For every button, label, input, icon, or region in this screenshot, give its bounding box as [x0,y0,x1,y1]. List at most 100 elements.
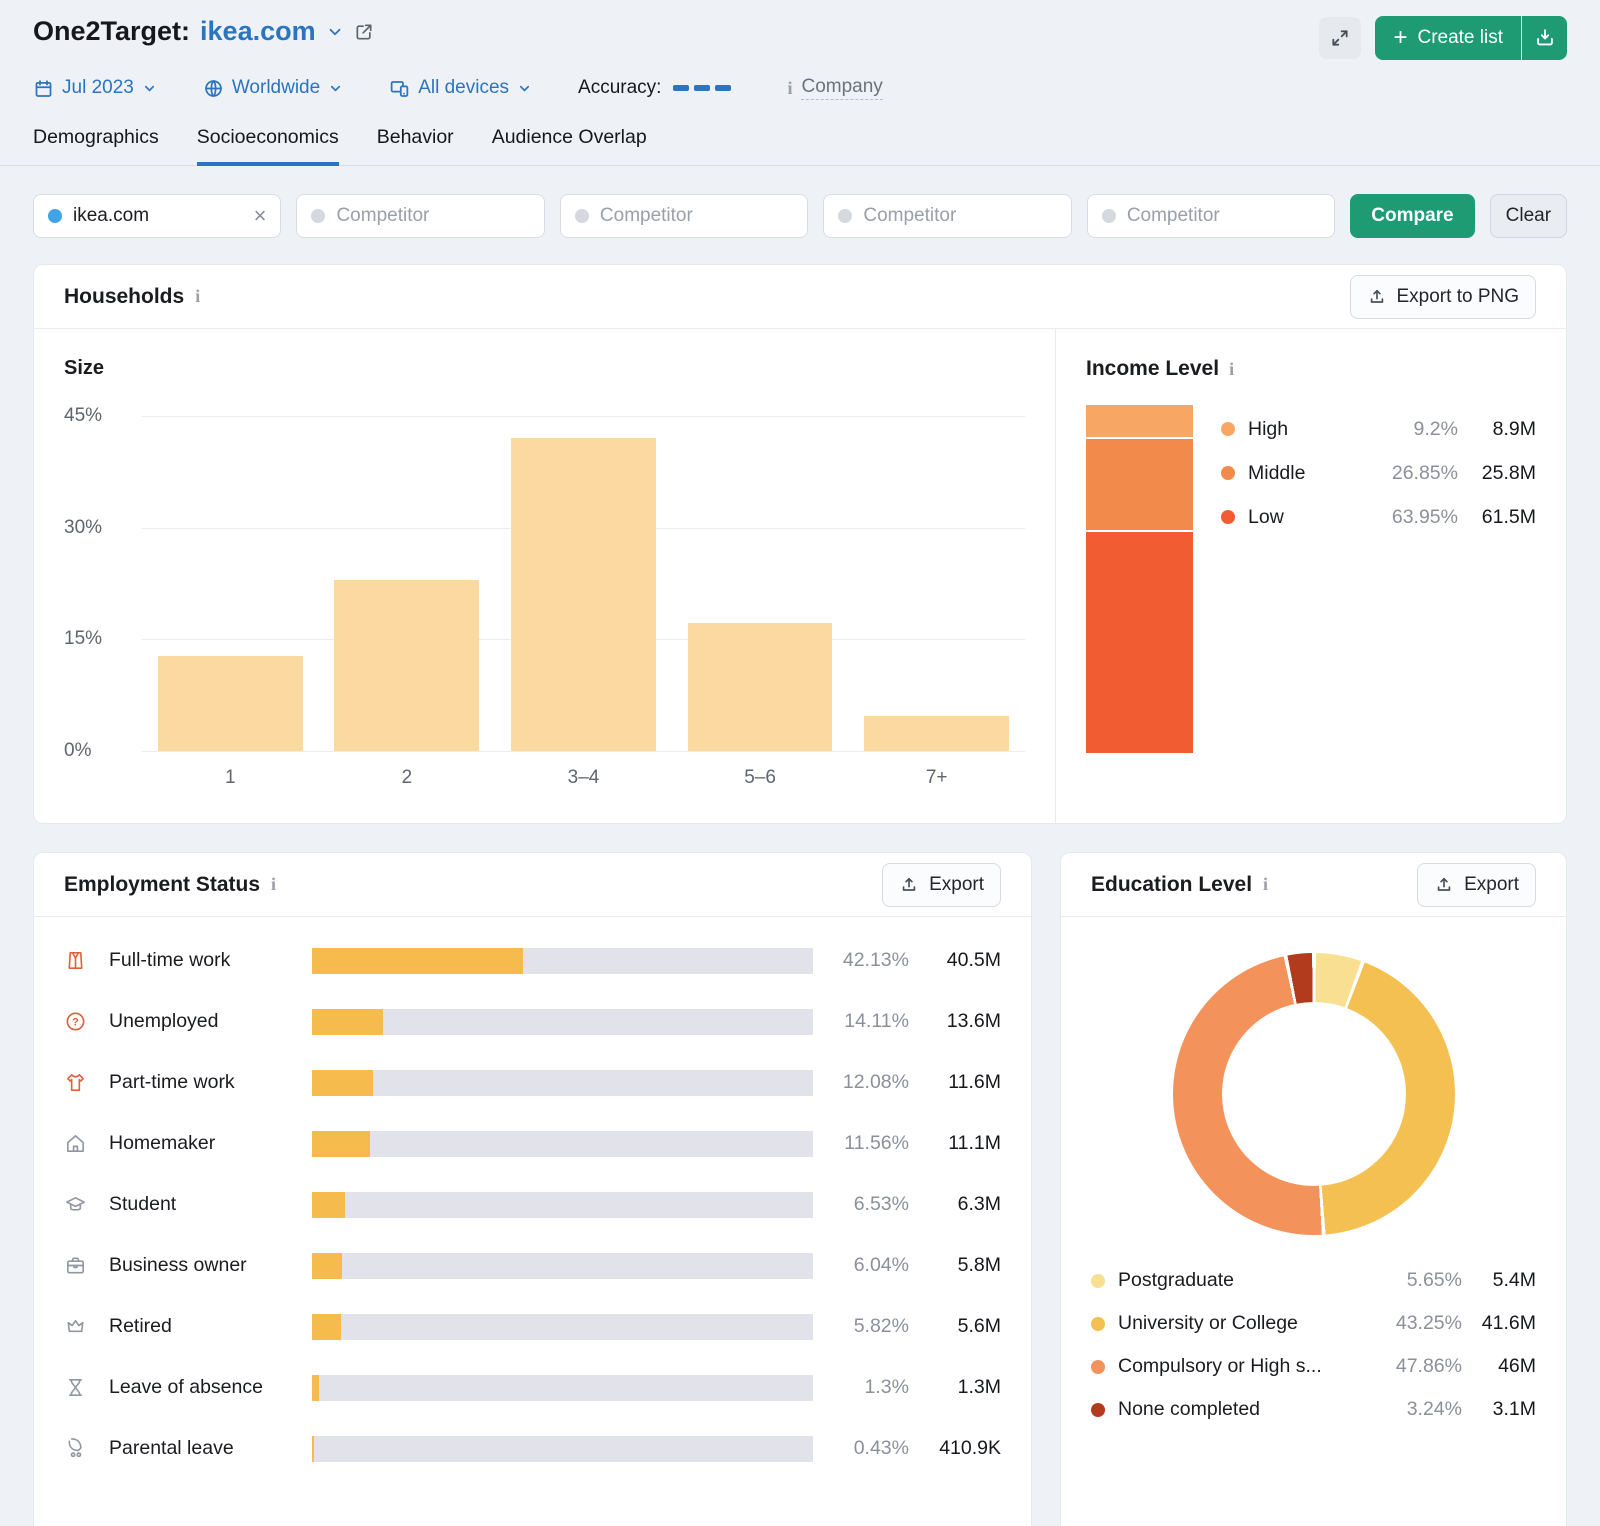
main-domain-chip[interactable]: ikea.com × [33,194,282,238]
competitor-input-1[interactable]: Competitor [296,194,545,238]
middle-income-dot [1221,466,1235,480]
y-axis-tick: 0% [64,740,92,761]
clear-button[interactable]: Clear [1489,194,1568,238]
none-completed-dot [1091,1402,1105,1417]
region-filter[interactable]: Worldwide [203,77,343,99]
size-y-axis: 45% 30% 15% 0% [64,405,142,761]
homemaker-icon [64,1132,109,1155]
compulsory-dot [1091,1359,1105,1374]
legend-row-none-completed: None completed 3.24% 3.1M [1091,1388,1536,1431]
education-level-card: Education Level i Export Postgraduate 5.… [1060,852,1567,1526]
plus-icon: + [1393,24,1408,51]
employment-row-business-owner: Business owner 6.04% 5.8M [64,1235,1001,1296]
employment-bar [312,1374,813,1401]
legend-row-university: University or College 43.25% 41.6M [1091,1302,1536,1345]
competitor-color-dot [311,209,326,223]
employment-row-parental-leave: Parental leave 0.43% 410.9K [64,1418,1001,1479]
export-button[interactable]: Export [1417,862,1536,907]
business-owner-icon [64,1254,109,1277]
competitor-input-3[interactable]: Competitor [823,194,1072,238]
accuracy-indicator: Accuracy: [578,77,732,99]
y-axis-tick: 45% [64,405,103,426]
competitor-color-dot [1101,209,1116,223]
employment-status-title: Employment Status [64,872,261,896]
x-axis-tick: 7+ [925,767,948,788]
income-level-chart: Income Level i High 9.2% 8.9M Middle 26.… [1055,329,1566,823]
info-icon[interactable]: i [271,874,276,895]
employment-row-part-time: Part-time work 12.08% 11.6M [64,1052,1001,1113]
employment-rows: Full-time work 42.13% 40.5M ? Unemployed… [34,917,1031,1479]
tab-demographics[interactable]: Demographics [33,126,159,166]
devices-icon [389,78,410,99]
expand-icon [1330,28,1350,48]
domain-dropdown[interactable]: ikea.com [200,16,316,47]
expand-button[interactable] [1319,17,1362,59]
calendar-icon [33,78,54,99]
competitor-color-dot [574,209,589,223]
competitor-input-2[interactable]: Competitor [559,194,809,238]
income-bar-segment-low [1086,530,1193,753]
compare-bar: ikea.com × Competitor Competitor Competi… [0,166,1600,238]
export-button[interactable]: Export [882,862,1001,907]
create-list-button[interactable]: + Create list [1375,16,1521,60]
external-link-icon[interactable] [354,22,374,42]
domain-color-dot [48,209,62,223]
gridline [142,751,1025,752]
x-axis-tick: 5–6 [744,767,776,788]
chevron-down-icon[interactable] [326,23,344,41]
retired-icon [64,1315,109,1338]
company-link[interactable]: i Company [787,76,883,100]
size-bar [511,437,656,751]
download-button[interactable] [1521,16,1567,60]
employment-bar [312,1008,813,1035]
size-plot-area [142,416,1025,752]
info-icon[interactable]: i [1229,359,1234,380]
y-axis-tick: 15% [64,628,103,650]
download-icon [1534,27,1556,49]
income-legend: High 9.2% 8.9M Middle 26.85% 25.8M Low 6… [1221,405,1536,753]
size-bar [157,655,303,751]
tab-behavior[interactable]: Behavior [377,126,454,166]
tab-bar: Demographics Socioeconomics Behavior Aud… [0,126,1600,166]
education-level-title: Education Level [1091,872,1253,896]
education-legend: Postgraduate 5.65% 5.4M University or Co… [1061,1235,1566,1431]
household-size-chart: Size 45% 30% 15% 0% 1 2 3–4 5–6 7+ [34,329,1055,823]
high-income-dot [1221,422,1235,436]
info-icon[interactable]: i [1263,874,1268,895]
employment-bar [312,1313,813,1340]
employment-bar [312,1435,813,1462]
employment-bar [312,1130,813,1157]
legend-row-middle: Middle 26.85% 25.8M [1221,451,1536,495]
legend-row-postgraduate: Postgraduate 5.65% 5.4M [1091,1259,1536,1302]
export-to-png-button[interactable]: Export to PNG [1349,274,1536,319]
close-icon[interactable]: × [254,205,267,227]
income-bar-segment-middle [1086,437,1193,531]
compare-button[interactable]: Compare [1350,194,1475,238]
competitor-input-4[interactable]: Competitor [1086,194,1336,238]
size-x-axis: 1 2 3–4 5–6 7+ [142,767,1025,789]
employment-row-homemaker: Homemaker 11.56% 11.1M [64,1113,1001,1174]
devices-filter[interactable]: All devices [389,77,532,99]
svg-text:?: ? [72,1017,79,1029]
student-icon [64,1193,109,1216]
chevron-down-icon [517,81,532,96]
page-header: One2Target: ikea.com + Create list Jul 2… [0,0,1600,166]
full-time-work-icon [64,949,109,972]
page-title: One2Target: [33,16,191,46]
info-icon: i [787,77,793,98]
globe-icon [203,78,224,99]
chevron-down-icon [328,81,343,96]
university-dot [1091,1316,1105,1331]
low-income-dot [1221,510,1235,524]
tab-socioeconomics[interactable]: Socioeconomics [196,126,339,166]
employment-status-card: Employment Status i Export Full-time wor… [33,852,1032,1526]
date-filter[interactable]: Jul 2023 [33,77,157,99]
legend-row-high: High 9.2% 8.9M [1221,407,1536,451]
x-axis-tick: 1 [225,767,236,788]
income-bar-segment-high [1086,405,1193,438]
size-bar [687,622,833,751]
size-bar [864,716,1010,751]
legend-row-low: Low 63.95% 61.5M [1221,495,1536,539]
tab-audience-overlap[interactable]: Audience Overlap [492,126,647,166]
info-icon[interactable]: i [195,286,200,307]
